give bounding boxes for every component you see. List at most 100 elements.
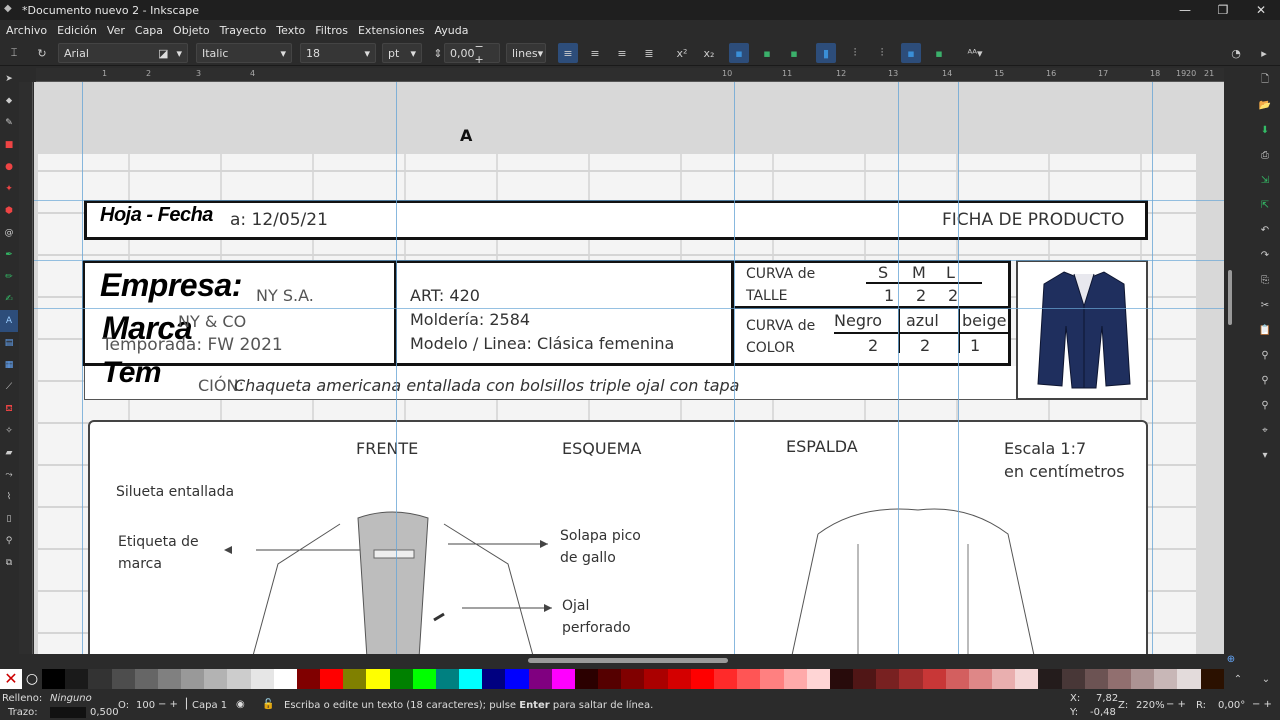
menu-ayuda[interactable]: Ayuda: [434, 24, 468, 37]
rotation-value[interactable]: 0,00°: [1218, 700, 1245, 711]
minus-plus-icon[interactable]: − +: [475, 40, 495, 66]
tweak-tool-icon[interactable]: ✎: [0, 112, 18, 134]
more-commands-icon[interactable]: ▾: [1250, 443, 1280, 468]
superscript-icon[interactable]: x²: [672, 43, 692, 63]
color-swatch[interactable]: [899, 669, 923, 689]
color-swatch[interactable]: [1200, 669, 1224, 689]
color-swatch[interactable]: [760, 669, 784, 689]
zoom-stepper-icon[interactable]: − +: [1166, 699, 1186, 710]
layer-visibility-icon[interactable]: ◉: [236, 699, 245, 710]
export-icon[interactable]: ⇱: [1250, 193, 1280, 218]
zoom-selection-icon[interactable]: ⚲: [1250, 343, 1280, 368]
redo-icon[interactable]: ↷: [1250, 243, 1280, 268]
color-swatch[interactable]: [1107, 669, 1132, 689]
ltr-icon[interactable]: ▪: [901, 43, 921, 63]
snap-toggle-icon[interactable]: ◔: [1226, 43, 1246, 63]
opacity-value[interactable]: 100: [136, 700, 155, 711]
align-left-icon[interactable]: ≡: [558, 43, 578, 63]
color-swatch[interactable]: [505, 669, 529, 689]
color-swatch[interactable]: [204, 669, 228, 689]
color-swatch[interactable]: [227, 669, 251, 689]
color-swatch[interactable]: [551, 669, 575, 689]
color-swatch[interactable]: [992, 669, 1016, 689]
color-swatch[interactable]: [829, 669, 854, 689]
menu-filtros[interactable]: Filtros: [315, 24, 348, 37]
horizontal-text-icon[interactable]: ▪: [729, 43, 749, 63]
glyph-rotate-icon[interactable]: ⫶: [872, 43, 892, 63]
color-swatch[interactable]: [296, 669, 321, 689]
color-swatch[interactable]: [690, 669, 714, 689]
spiral-tool-icon[interactable]: @: [0, 222, 18, 244]
font-family-select[interactable]: Arial ◪ ▾: [58, 43, 188, 63]
subscript-icon[interactable]: x₂: [699, 43, 719, 63]
unset-paint-icon[interactable]: ○: [22, 669, 42, 689]
font-style-select[interactable]: Italic ▾: [196, 43, 292, 63]
temporada-text[interactable]: Tem: [102, 356, 162, 390]
ellipse-tool-icon[interactable]: ●: [0, 156, 18, 178]
menu-edicion[interactable]: Edición: [57, 24, 97, 37]
color-swatch[interactable]: [435, 669, 460, 689]
menu-extensiones[interactable]: Extensiones: [358, 24, 425, 37]
3dbox-tool-icon[interactable]: ⬢: [0, 200, 18, 222]
color-swatch[interactable]: [853, 669, 877, 689]
print-icon[interactable]: ⎙: [1250, 143, 1280, 168]
menu-archivo[interactable]: Archivo: [6, 24, 47, 37]
color-swatch[interactable]: [1131, 669, 1155, 689]
color-swatch[interactable]: [574, 669, 599, 689]
zoom-value[interactable]: 220%: [1136, 700, 1165, 711]
glyph-upright-icon[interactable]: ▮: [816, 43, 836, 63]
color-swatch[interactable]: [1015, 669, 1039, 689]
reload-fonts-icon[interactable]: ↻: [32, 43, 52, 63]
close-button[interactable]: ✕: [1242, 3, 1280, 17]
layer-lock-icon[interactable]: 🔓: [262, 699, 274, 710]
eraser-tool-icon[interactable]: ▰: [0, 442, 18, 464]
zoom-page-icon[interactable]: ⚲: [1250, 393, 1280, 418]
dropper-tool-icon[interactable]: ⟋: [0, 376, 18, 398]
color-swatch[interactable]: [134, 669, 158, 689]
connector-tool-icon[interactable]: ⤳: [0, 464, 18, 486]
color-swatch[interactable]: [644, 669, 668, 689]
color-swatch[interactable]: [320, 669, 344, 689]
gradient-tool-icon[interactable]: ▤: [0, 332, 18, 354]
hoja-fecha-text[interactable]: Hoja - Fecha: [100, 204, 213, 227]
font-collections-icon[interactable]: ⌶: [4, 43, 24, 63]
color-swatch[interactable]: [1154, 669, 1178, 689]
color-swatch[interactable]: [88, 669, 112, 689]
undo-icon[interactable]: ↶: [1250, 218, 1280, 243]
color-swatch[interactable]: [806, 669, 830, 689]
import-icon[interactable]: ⇲: [1250, 168, 1280, 193]
relleno-value[interactable]: Ninguno: [50, 693, 92, 704]
text-variants-icon[interactable]: ᴬᴬ▾: [962, 43, 988, 63]
pen-tool-icon[interactable]: ✒: [0, 244, 18, 266]
font-size-select[interactable]: 18 ▾: [300, 43, 376, 63]
color-swatch[interactable]: [876, 669, 900, 689]
menu-texto[interactable]: Texto: [276, 24, 305, 37]
color-swatch[interactable]: [598, 669, 622, 689]
color-swatch[interactable]: [250, 669, 274, 689]
paste-icon[interactable]: 📋: [1250, 318, 1280, 343]
color-swatch[interactable]: [65, 669, 89, 689]
zoom-center-icon[interactable]: ⌖: [1250, 418, 1280, 443]
save-icon[interactable]: ⬇: [1250, 118, 1280, 143]
rect-tool-icon[interactable]: ■: [0, 134, 18, 156]
color-swatch[interactable]: [343, 669, 367, 689]
glyph-sideways-icon[interactable]: ⫶: [845, 43, 865, 63]
opacity-stepper-icon[interactable]: − +: [158, 699, 178, 710]
zoom-tool-icon[interactable]: ⚲: [0, 530, 18, 552]
color-swatch[interactable]: [1084, 669, 1108, 689]
color-swatch[interactable]: [945, 669, 969, 689]
rotation-stepper-icon[interactable]: − +: [1252, 699, 1272, 710]
cut-icon[interactable]: ✂: [1250, 293, 1280, 318]
color-swatch[interactable]: [621, 669, 645, 689]
color-swatch[interactable]: [528, 669, 552, 689]
font-unit-select[interactable]: pt ▾: [382, 43, 422, 63]
align-center-icon[interactable]: ≡: [585, 43, 605, 63]
mesh-tool-icon[interactable]: ▦: [0, 354, 18, 376]
palette-menu-icon[interactable]: ⌃: [1224, 674, 1252, 685]
pencil-tool-icon[interactable]: ✏: [0, 266, 18, 288]
palette-scroll-icon[interactable]: ⌄: [1252, 674, 1280, 685]
selector-tool-icon[interactable]: ➤: [0, 68, 18, 90]
color-swatch[interactable]: [389, 669, 413, 689]
color-swatch[interactable]: [783, 669, 807, 689]
color-swatch[interactable]: [459, 669, 483, 689]
